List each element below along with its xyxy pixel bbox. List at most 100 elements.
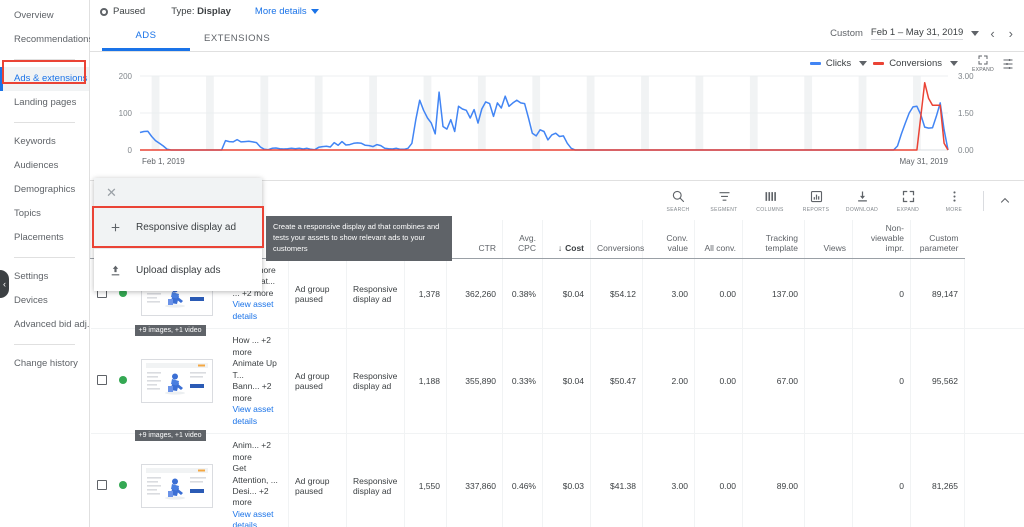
menu-item-upload-display-ads[interactable]: Upload display ads: [94, 249, 262, 291]
column-label: Conv. value: [666, 233, 688, 253]
cell-conversions: 3.00: [642, 433, 695, 527]
cell-tracking-template: [804, 433, 853, 527]
sidebar-item-landing-pages[interactable]: Landing pages: [0, 91, 89, 115]
sidebar-item-label: Topics: [14, 208, 41, 219]
row-checkbox[interactable]: [96, 479, 107, 490]
cell-views: 0: [852, 328, 911, 435]
cell-cost: $41.38: [590, 433, 643, 527]
table-row[interactable]: +9 images, +1 videoAnim... +2 moreGet At…: [90, 433, 1024, 527]
column-label: Conversions: [597, 243, 645, 253]
table-header-all-conv[interactable]: All conv.: [694, 220, 743, 259]
svg-text:200: 200: [119, 72, 133, 81]
more-details-button[interactable]: More details: [255, 6, 319, 17]
ad-preview-cell[interactable]: +9 images, +1 video: [134, 433, 227, 527]
sidebar-item-advanced-bid-adj[interactable]: Advanced bid adj.: [0, 313, 90, 337]
table-header-conv-value[interactable]: Conv. value: [642, 220, 695, 259]
view-asset-details-link[interactable]: View asset details: [233, 404, 283, 427]
toolbar-segment-button[interactable]: SEGMENT: [701, 189, 747, 213]
table-header-tracking-template[interactable]: Tracking template: [742, 220, 805, 259]
sidebar-item-overview[interactable]: Overview: [0, 4, 89, 28]
svg-text:100: 100: [119, 109, 133, 118]
cell-non-viewable-impr: 95,562: [910, 328, 965, 435]
svg-text:Feb 1, 2019: Feb 1, 2019: [142, 157, 185, 166]
table-header-non-viewable-impr[interactable]: Non-viewable impr.: [852, 220, 911, 259]
table-header-cost[interactable]: ↓ Cost: [542, 220, 591, 259]
tab-extensions[interactable]: EXTENSIONS: [190, 33, 284, 51]
sidebar-item-label: Settings: [14, 271, 49, 282]
sidebar-item-recommendations[interactable]: Recommendations: [0, 28, 93, 52]
table-header-custom-parameter[interactable]: Custom parameter: [910, 220, 965, 259]
sidebar-item-devices[interactable]: Devices: [0, 289, 89, 313]
next-period-button[interactable]: ›: [1006, 26, 1016, 41]
table-header-conversions[interactable]: Conversions: [590, 220, 645, 259]
toolbar-label: SEARCH: [666, 206, 690, 213]
cell-non-viewable-impr: 81,265: [910, 433, 965, 527]
ad-thumbnail[interactable]: [140, 359, 213, 404]
column-label: Avg. CPC: [518, 233, 536, 253]
cell-clicks: 1,188: [404, 328, 447, 435]
sidebar-item-placements[interactable]: Placements: [0, 226, 89, 250]
sidebar-item-keywords[interactable]: Keywords: [0, 130, 89, 154]
chevron-down-icon[interactable]: [859, 61, 868, 66]
view-asset-details-link[interactable]: View asset details: [233, 509, 283, 527]
table-row[interactable]: +9 images, +1 video How ... +2 more Animat…: [90, 328, 1024, 442]
toolbar-download-button[interactable]: DOWNLOAD: [839, 189, 885, 213]
conversions-color-swatch: [873, 62, 885, 65]
sidebar-divider: [14, 59, 75, 60]
create-ad-menu: ✕ Responsive display ad Upload display a…: [94, 178, 262, 291]
table-header-avg-cpc[interactable]: Avg. CPC: [502, 220, 543, 259]
menu-item-responsive-display-ad[interactable]: Responsive display ad: [94, 206, 262, 248]
cell-impr: 362,260: [446, 258, 503, 330]
reports-icon: [809, 189, 824, 205]
headline-line: Anim... +2 more: [232, 440, 272, 462]
svg-text:May 31, 2019: May 31, 2019: [900, 157, 949, 166]
chevron-down-icon[interactable]: [971, 31, 980, 36]
cell-tracking-template: [804, 328, 853, 435]
sidebar-item-demographics[interactable]: Demographics: [0, 178, 89, 202]
sidebar-item-settings[interactable]: Settings: [0, 265, 89, 289]
view-asset-details-link[interactable]: View asset details: [233, 299, 283, 322]
table-header-views[interactable]: Views: [804, 220, 853, 259]
sidebar-item-ads-extensions[interactable]: Ads & extensions: [0, 67, 89, 91]
toolbar-more-button[interactable]: MORE: [931, 189, 977, 213]
column-label: All conv.: [704, 243, 737, 253]
collapse-toolbar-button[interactable]: [990, 193, 1020, 209]
toolbar-reports-button[interactable]: REPORTS: [793, 189, 839, 213]
date-range-selector[interactable]: Custom Feb 1 – May 31, 2019 ‹ ›: [830, 26, 1016, 41]
chart-canvas: 0 0.00 100 1.50 200 3.00 Feb 1, 2019 May 31, 20…: [119, 72, 974, 166]
enabled-status-icon: [118, 376, 127, 385]
sidebar-item-label: Change history: [14, 358, 78, 369]
sidebar-item-label: Audiences: [14, 160, 59, 171]
prev-period-button[interactable]: ‹: [987, 26, 997, 41]
ad-type-cell: Responsive display ad: [346, 328, 405, 435]
sidebar-item-topics[interactable]: Topics: [0, 202, 89, 226]
column-label: Views: [823, 243, 846, 253]
close-icon[interactable]: ✕: [106, 186, 117, 199]
row-checkbox[interactable]: [96, 375, 107, 386]
cell-views: 0: [852, 258, 911, 330]
sidebar-item-change-history[interactable]: Change history: [0, 352, 89, 376]
cell-conv-value: 0.00: [694, 328, 743, 435]
row-checkbox-cell[interactable]: [90, 433, 113, 527]
column-label: Non-viewable impr.: [870, 223, 904, 253]
ad-preview-cell[interactable]: +9 images, +1 video: [134, 328, 227, 442]
date-range-value[interactable]: Feb 1 – May 31, 2019: [870, 27, 964, 40]
toolbar-search-button[interactable]: SEARCH: [655, 189, 701, 213]
chevron-down-icon[interactable]: [950, 61, 958, 66]
row-checkbox-cell[interactable]: [90, 328, 113, 435]
table-header-ctr[interactable]: CTR: [446, 220, 503, 259]
ad-headlines-cell: Anim... +2 more Get Attention, ... Desi...…: [226, 433, 289, 527]
tab-ads[interactable]: ADS: [102, 30, 190, 51]
status-label: Paused: [113, 5, 146, 17]
chevron-down-icon: [310, 8, 319, 14]
sidebar-item-label: Ads & extensions: [14, 73, 88, 84]
chevron-left-icon: ‹: [3, 279, 6, 289]
ad-thumbnail[interactable]: [140, 463, 213, 508]
toolbar-columns-button[interactable]: COLUMNS: [747, 189, 793, 213]
sidebar-item-audiences[interactable]: Audiences: [0, 154, 89, 178]
toolbar-expand-button[interactable]: EXPAND: [885, 189, 931, 213]
status-paused: Paused: [100, 6, 145, 17]
cell-tracking-template: [804, 258, 853, 330]
cell-impr: 337,860: [446, 433, 503, 527]
type-label: Type:: [171, 5, 195, 17]
